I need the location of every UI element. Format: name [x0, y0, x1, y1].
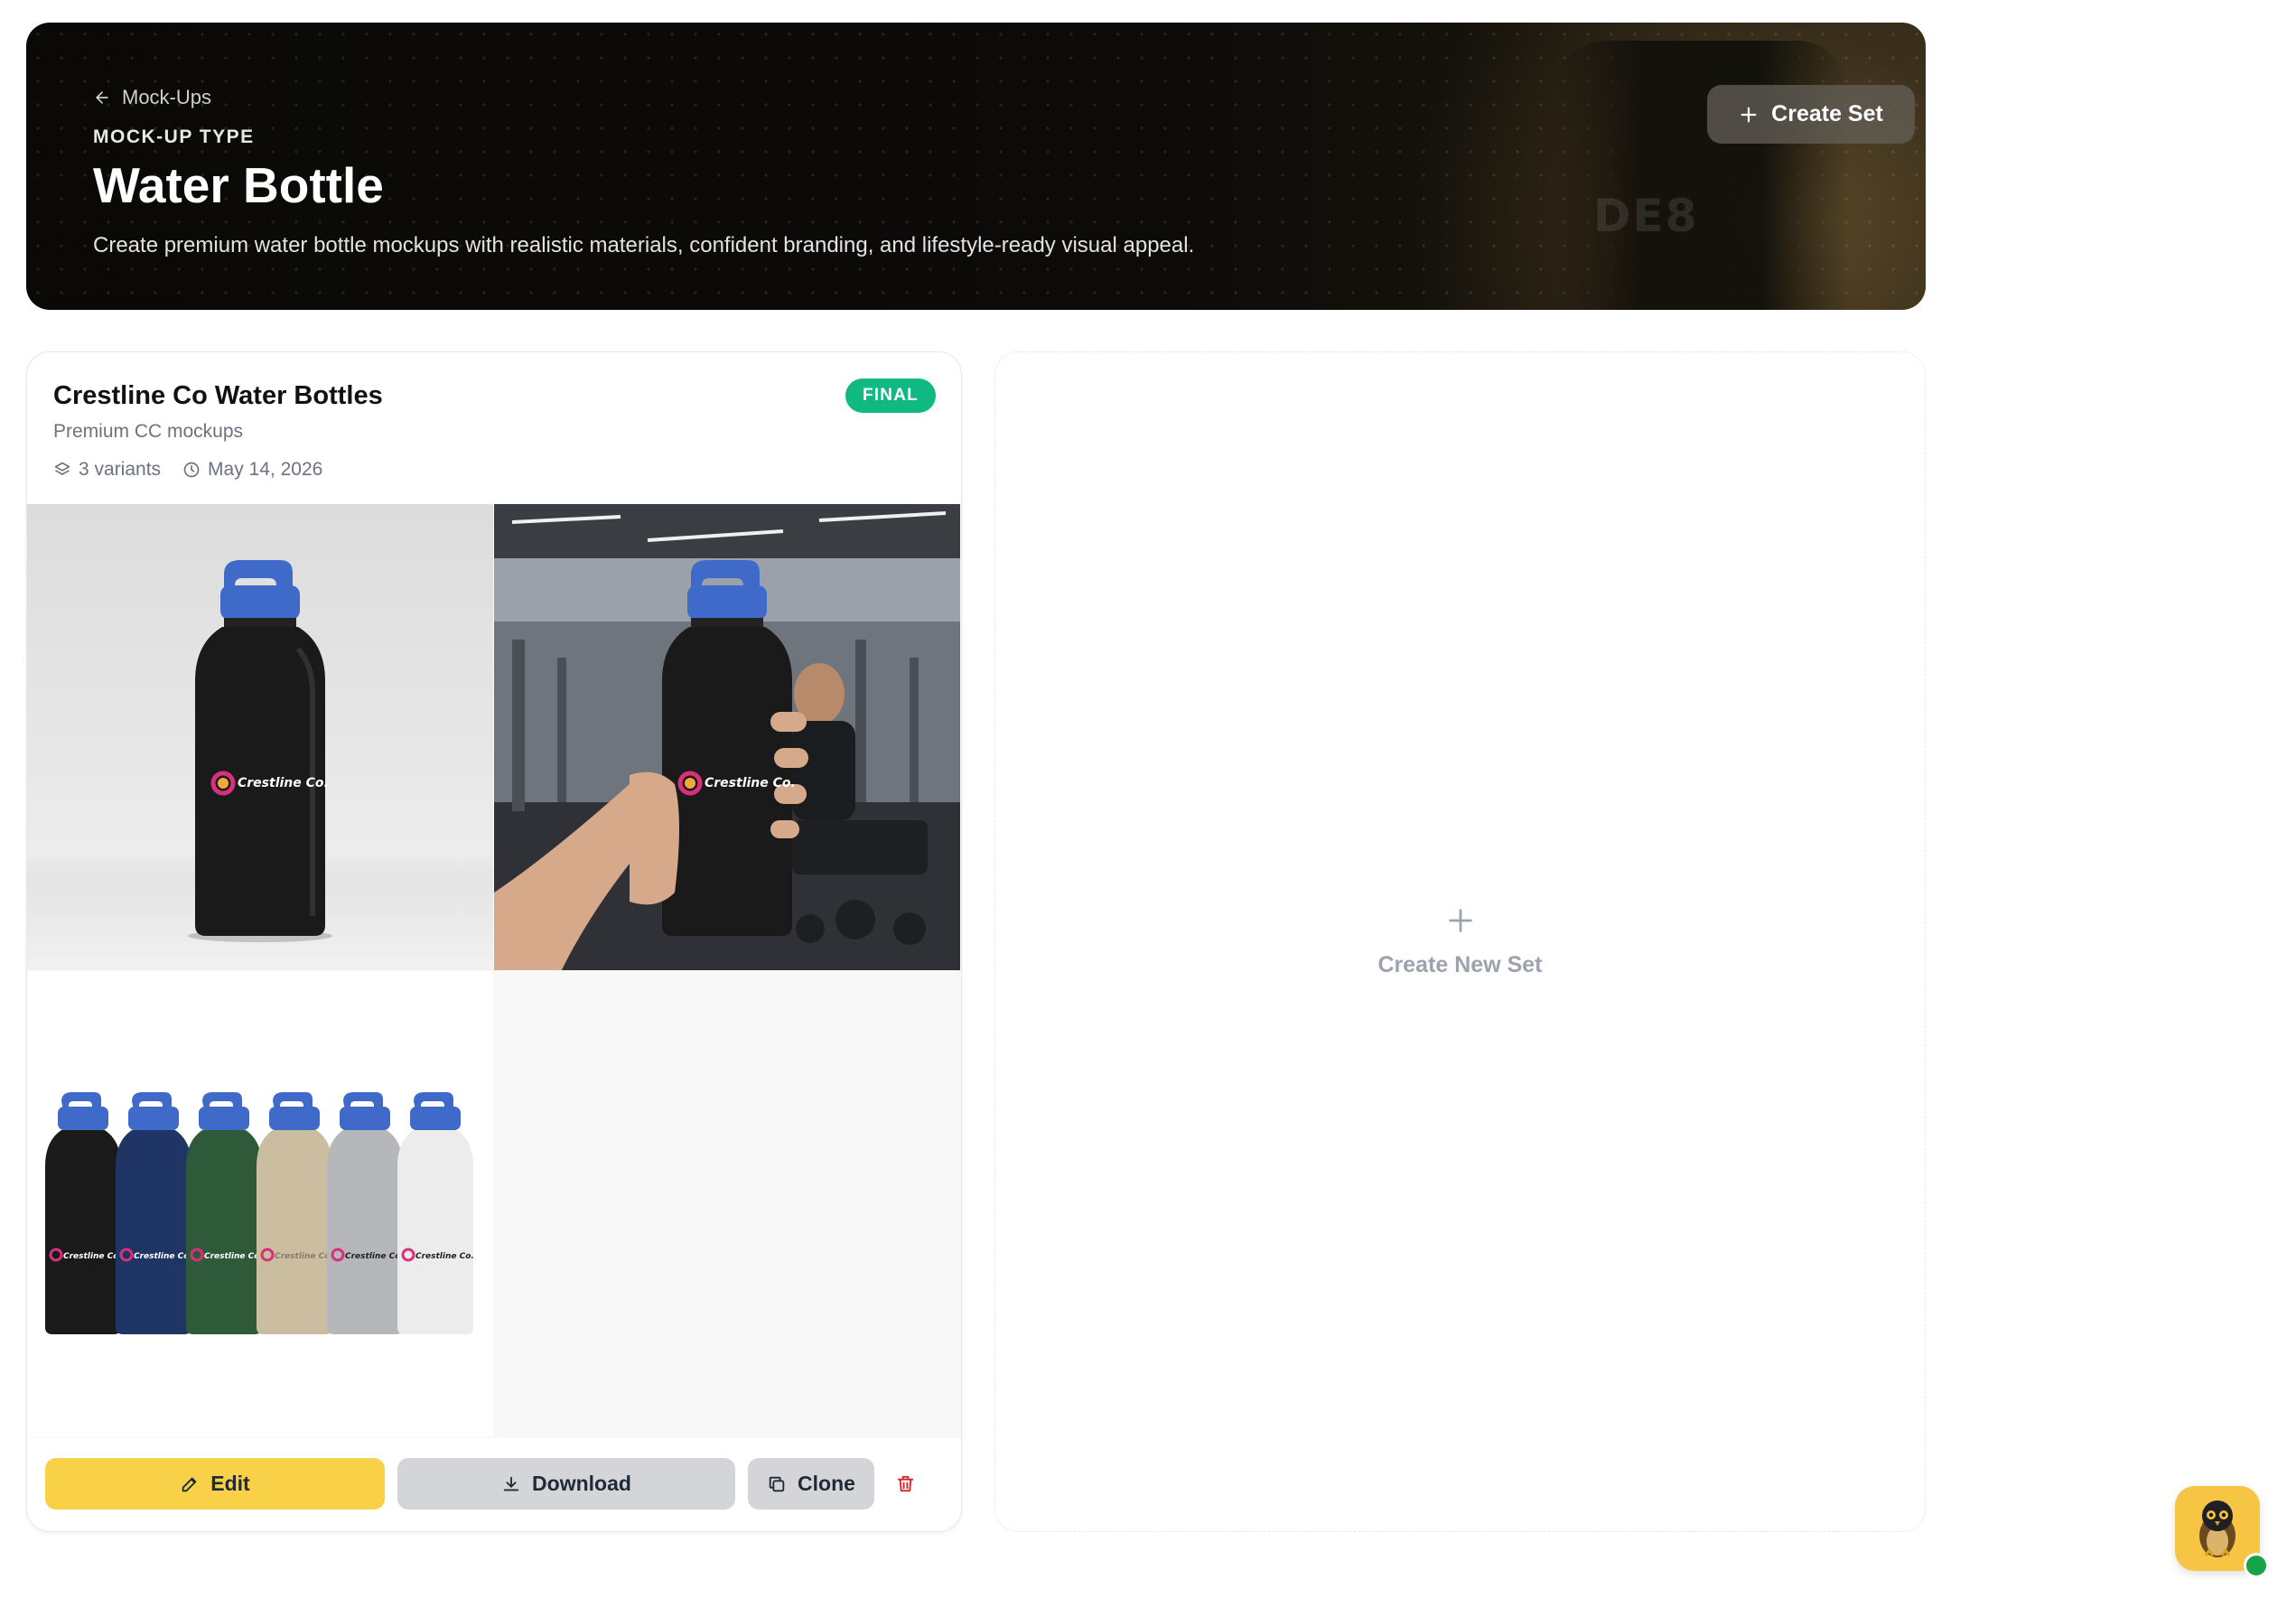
edit-button[interactable]: Edit — [45, 1458, 385, 1510]
svg-text:Crestline Co.: Crestline Co. — [345, 1252, 404, 1261]
mockup-type-page: DE8 Mock-Ups MOCK-UP TYPE Water Bottle C… — [0, 0, 2296, 1608]
variant-thumbnail-studio[interactable]: Crestline Co. — [27, 504, 493, 970]
download-button[interactable]: Download — [397, 1458, 735, 1510]
page-description: Create premium water bottle mockups with… — [93, 233, 1195, 257]
download-label: Download — [532, 1472, 631, 1495]
svg-text:Crestline Co.: Crestline Co. — [415, 1252, 474, 1261]
status-badge: FINAL — [845, 379, 936, 413]
layers-icon — [54, 462, 70, 475]
create-set-label: Create Set — [1771, 101, 1883, 126]
hero-background-logo: DE8 — [1593, 190, 1699, 242]
bottle-studio-image: Crestline Co. — [188, 560, 332, 942]
page-title: Water Bottle — [93, 157, 384, 213]
bottle-gym-image: Crestline Co. — [494, 504, 960, 970]
set-date: May 14, 2026 — [182, 459, 322, 481]
hero-background-bottle — [1553, 41, 1851, 310]
svg-text:Crestline Co.: Crestline Co. — [204, 1252, 263, 1261]
trash-icon — [897, 1475, 913, 1492]
set-meta: 3 variants May 14, 2026 — [53, 459, 322, 481]
online-status-dot — [2244, 1553, 2269, 1578]
edit-label: Edit — [210, 1472, 250, 1495]
svg-text:Crestline Co.: Crestline Co. — [134, 1252, 192, 1261]
clone-label: Clone — [798, 1472, 855, 1495]
bottle-lineup-image: Crestline Co. Crestline Co. Crestline Co… — [45, 1092, 474, 1334]
variants-count: 3 variants — [53, 459, 161, 481]
svg-text:Crestline Co.: Crestline Co. — [275, 1252, 333, 1261]
svg-text:Crestline Co.: Crestline Co. — [238, 776, 329, 790]
variant-empty-slot — [494, 971, 960, 1437]
back-link[interactable]: Mock-Ups — [93, 86, 211, 109]
copy-icon — [769, 1476, 785, 1491]
download-icon — [503, 1476, 519, 1491]
back-link-label: Mock-Ups — [122, 86, 212, 108]
plus-icon — [1448, 909, 1472, 932]
set-subtitle: Premium CC mockups — [53, 421, 244, 442]
hero-banner: DE8 Mock-Ups MOCK-UP TYPE Water Bottle C… — [26, 23, 1926, 310]
set-actions: Edit Download Clone — [45, 1458, 923, 1510]
clock-icon — [183, 462, 200, 478]
set-title: Crestline Co Water Bottles — [53, 381, 383, 410]
delete-button[interactable] — [887, 1458, 923, 1510]
variant-thumbnail-lineup[interactable]: Crestline Co. Crestline Co. Crestline Co… — [27, 971, 493, 1437]
svg-text:Crestline Co.: Crestline Co. — [63, 1252, 122, 1261]
page-eyebrow: MOCK-UP TYPE — [93, 126, 255, 147]
create-set-button[interactable]: Create Set — [1707, 85, 1915, 144]
create-new-set-label: Create New Set — [1377, 952, 1543, 977]
svg-text:Crestline Co.: Crestline Co. — [705, 776, 796, 790]
plus-icon — [1741, 107, 1757, 122]
arrow-left-icon — [96, 91, 108, 104]
create-new-set-card[interactable]: Create New Set — [994, 351, 1926, 1532]
mockup-set-card[interactable]: Crestline Co Water Bottles Premium CC mo… — [26, 351, 962, 1532]
pencil-icon — [182, 1477, 197, 1491]
variant-gallery: Crestline Co. Crestline Co. Crestline Co… — [27, 504, 961, 1438]
date-label: May 14, 2026 — [208, 459, 323, 480]
owl-mascot-icon — [2199, 1500, 2235, 1557]
clone-button[interactable]: Clone — [748, 1458, 874, 1510]
variant-thumbnail-gym[interactable]: Crestline Co. — [494, 504, 960, 970]
variants-label: 3 variants — [79, 459, 162, 480]
